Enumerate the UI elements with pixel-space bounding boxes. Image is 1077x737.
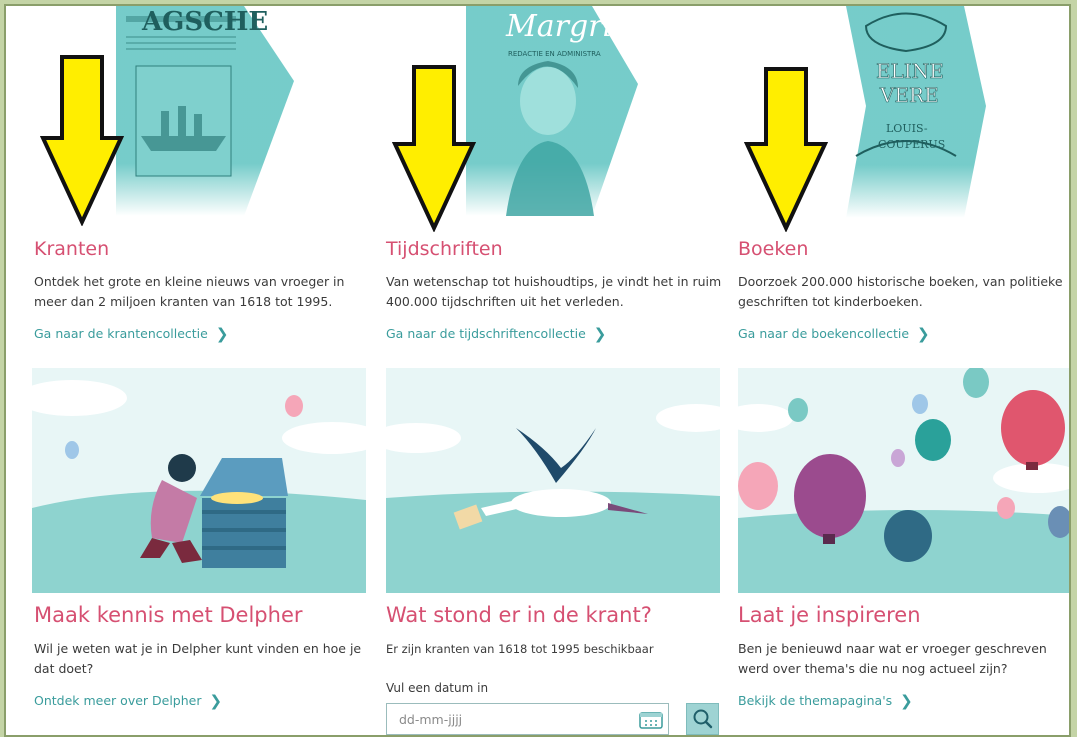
boeken-hero-text-3: LOUIS- bbox=[886, 122, 928, 135]
search-icon bbox=[693, 709, 713, 729]
chevron-right-icon: ❯ bbox=[209, 692, 223, 710]
delpher-illustration[interactable] bbox=[32, 368, 366, 593]
tijdschriften-description: Van wetenschap tot huishoudtips, je vind… bbox=[386, 274, 722, 309]
chevron-right-icon: ❯ bbox=[900, 692, 913, 710]
page-frame: AGSCHE Kranten Ontdek het grote en klein… bbox=[4, 4, 1071, 737]
inspiratie-title[interactable]: Laat je inspireren bbox=[738, 603, 921, 627]
kranten-hero-text: AGSCHE bbox=[141, 7, 268, 37]
krant-datum-title[interactable]: Wat stond er in de krant? bbox=[386, 603, 652, 627]
date-label: Vul een datum in bbox=[386, 681, 489, 695]
inspiratie-illustration[interactable] bbox=[738, 368, 1069, 593]
kranten-description: Ontdek het grote en kleine nieuws van vr… bbox=[34, 274, 345, 309]
boeken-hero-image[interactable]: ELINE VERE LOUIS- COUPERUS bbox=[836, 6, 1069, 228]
tijdschriften-title[interactable]: Tijdschriften bbox=[386, 238, 503, 260]
boeken-title[interactable]: Boeken bbox=[738, 238, 808, 260]
delpher-link[interactable]: Ontdek meer over Delpher ❯ bbox=[34, 691, 223, 710]
tijdschriften-hero-image[interactable]: Margriet REDACTIE EN ADMINISTRA bbox=[466, 6, 786, 228]
delpher-description: Wil je weten wat je in Delpher kunt vind… bbox=[34, 641, 362, 676]
search-button[interactable] bbox=[686, 703, 719, 735]
kranten-link-label: Ga naar de krantencollectie bbox=[34, 326, 208, 341]
kranten-hero-image[interactable]: AGSCHE bbox=[116, 6, 436, 228]
tijdschriften-link-label: Ga naar de tijdschriftencollectie bbox=[386, 326, 586, 341]
down-arrow-icon bbox=[392, 65, 476, 232]
inspiratie-link-label: Bekijk de themapagina's bbox=[738, 693, 893, 708]
boeken-hero-text-1: ELINE bbox=[876, 59, 944, 83]
delpher-title[interactable]: Maak kennis met Delpher bbox=[34, 603, 303, 627]
tijdschriften-hero-text: Margriet bbox=[505, 9, 643, 44]
boeken-description: Doorzoek 200.000 historische boeken, van… bbox=[738, 274, 1063, 309]
down-arrow-icon bbox=[744, 67, 828, 232]
krant-datum-description: Er zijn kranten van 1618 tot 1995 beschi… bbox=[386, 642, 654, 656]
inspiratie-link[interactable]: Bekijk de themapagina's ❯ bbox=[738, 691, 913, 710]
calendar-icon[interactable] bbox=[639, 711, 663, 729]
tijdschriften-hero-subtext: REDACTIE EN ADMINISTRA bbox=[508, 50, 601, 58]
kranten-title[interactable]: Kranten bbox=[34, 238, 109, 260]
boeken-hero-text-2: VERE bbox=[879, 83, 939, 107]
krant-datum-illustration[interactable] bbox=[386, 368, 720, 593]
boeken-link-label: Ga naar de boekencollectie bbox=[738, 326, 910, 341]
chevron-right-icon: ❯ bbox=[917, 325, 930, 343]
chevron-right-icon: ❯ bbox=[215, 325, 229, 343]
date-input[interactable] bbox=[386, 703, 669, 735]
tijdschriften-collection-link[interactable]: Ga naar de tijdschriftencollectie ❯ bbox=[386, 324, 607, 343]
chevron-right-icon: ❯ bbox=[593, 325, 607, 343]
inspiratie-description: Ben je benieuwd naar wat er vroeger gesc… bbox=[738, 641, 1047, 676]
delpher-link-label: Ontdek meer over Delpher bbox=[34, 693, 202, 708]
kranten-collection-link[interactable]: Ga naar de krantencollectie ❯ bbox=[34, 324, 229, 343]
down-arrow-icon bbox=[40, 55, 124, 226]
boeken-hero-text-4: COUPERUS bbox=[878, 138, 945, 151]
boeken-collection-link[interactable]: Ga naar de boekencollectie ❯ bbox=[738, 324, 930, 343]
